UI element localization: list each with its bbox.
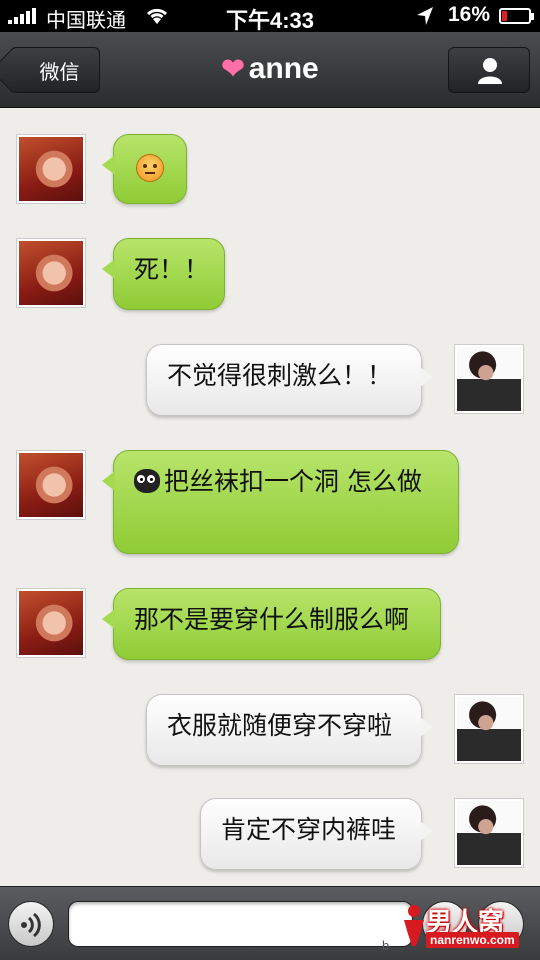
- message-bubble[interactable]: 那不是要穿什么制服么啊: [102, 588, 441, 660]
- battery-percent: 16%: [448, 3, 491, 26]
- message-row: [0, 134, 540, 214]
- message-row: 肯定不穿内裤哇: [0, 798, 540, 878]
- avatar[interactable]: [16, 450, 86, 520]
- avatar[interactable]: [454, 798, 524, 868]
- chat-list[interactable]: 死！！ 不觉得很刺激么！！ 把丝袜扣一个洞 怎么做 那不是要穿什么制服么啊 衣服…: [0, 108, 540, 886]
- input-bar: [0, 886, 540, 960]
- voice-icon: [21, 912, 41, 938]
- message-row: 那不是要穿什么制服么啊: [0, 588, 540, 668]
- message-bubble[interactable]: 肯定不穿内裤哇: [200, 798, 433, 870]
- message-input[interactable]: [68, 901, 413, 947]
- message-row: 不觉得很刺激么！！: [0, 344, 540, 424]
- angry-face-emoji-icon: [136, 154, 164, 182]
- message-bubble[interactable]: 把丝袜扣一个洞 怎么做: [102, 450, 459, 554]
- message-text: 死！！: [134, 255, 210, 284]
- chat-title-text: anne: [248, 52, 319, 85]
- avatar[interactable]: [16, 588, 86, 658]
- message-row: 衣服就随便穿不穿啦: [0, 694, 540, 774]
- message-text: 衣服就随便穿不穿啦: [167, 711, 393, 740]
- message-bubble[interactable]: 衣服就随便穿不穿啦: [146, 694, 433, 766]
- message-text: 那不是要穿什么制服么啊: [134, 605, 410, 634]
- message-bubble[interactable]: [102, 134, 187, 204]
- avatar[interactable]: [454, 694, 524, 764]
- message-text: 把丝袜扣一个洞 怎么做: [164, 467, 422, 496]
- emoji-button[interactable]: [422, 901, 468, 947]
- heart-gift-icon: ❤: [221, 53, 245, 84]
- location-icon: [417, 7, 433, 25]
- message-row: 死！！: [0, 238, 540, 318]
- battery-icon: [499, 8, 534, 24]
- message-row: 把丝袜扣一个洞 怎么做: [0, 450, 540, 560]
- voice-button[interactable]: [8, 901, 54, 947]
- more-button[interactable]: [478, 901, 524, 947]
- message-bubble[interactable]: 不觉得很刺激么！！: [146, 344, 433, 416]
- message-bubble[interactable]: 死！！: [102, 238, 225, 310]
- avatar[interactable]: [454, 344, 524, 414]
- message-text: 不觉得很刺激么！！: [167, 361, 393, 390]
- person-icon: [478, 58, 502, 84]
- profile-button[interactable]: [448, 47, 530, 93]
- avatar[interactable]: [16, 238, 86, 308]
- avatar[interactable]: [16, 134, 86, 204]
- message-text: 肯定不穿内裤哇: [221, 815, 397, 844]
- status-bar: 中国联通 下午4:33 16%: [0, 0, 540, 33]
- nav-bar: 微信 ❤ anne: [0, 32, 540, 108]
- owl-emoji-icon: [134, 469, 160, 493]
